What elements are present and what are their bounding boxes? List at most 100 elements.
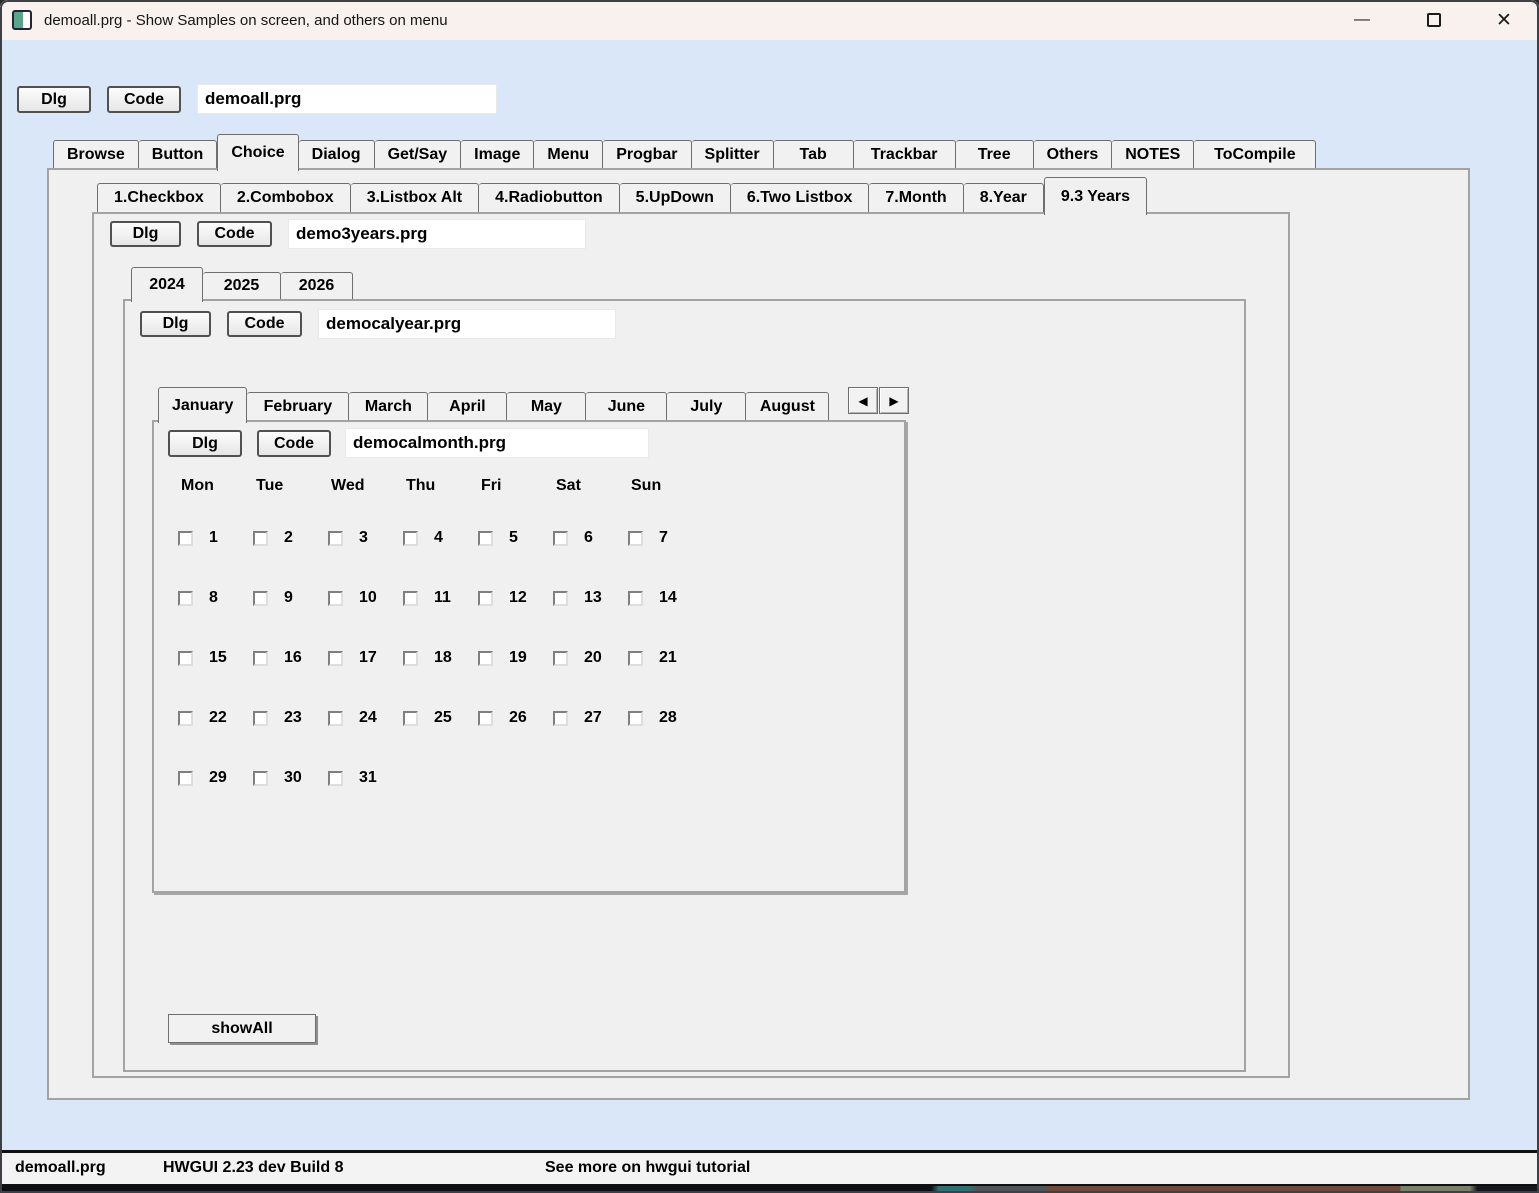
code-button-main[interactable]: Code — [107, 86, 181, 113]
tab-6-two-listbox[interactable]: 6.Two Listbox — [730, 183, 870, 212]
tab-2026[interactable]: 2026 — [281, 272, 353, 299]
day-checkbox-18[interactable]: 18 — [403, 628, 478, 688]
day-checkbox-11[interactable]: 11 — [403, 568, 478, 628]
day-checkbox-6[interactable]: 6 — [553, 508, 628, 568]
day-checkbox-25[interactable]: 25 — [403, 688, 478, 748]
file-input-main[interactable] — [197, 84, 497, 114]
tab-8-year[interactable]: 8.Year — [963, 183, 1044, 212]
checkbox-icon[interactable] — [553, 530, 568, 546]
checkbox-icon[interactable] — [403, 530, 418, 546]
tab-menu[interactable]: Menu — [534, 140, 604, 168]
checkbox-icon[interactable] — [478, 590, 493, 606]
day-checkbox-29[interactable]: 29 — [178, 748, 253, 808]
day-checkbox-30[interactable]: 30 — [253, 748, 328, 808]
checkbox-icon[interactable] — [178, 770, 193, 786]
day-checkbox-21[interactable]: 21 — [628, 628, 703, 688]
minimize-button[interactable]: — — [1346, 0, 1378, 40]
checkbox-icon[interactable] — [403, 650, 418, 666]
tab-3-listbox-alt[interactable]: 3.Listbox Alt — [350, 183, 480, 212]
checkbox-icon[interactable] — [178, 650, 193, 666]
day-checkbox-9[interactable]: 9 — [253, 568, 328, 628]
tab-choice[interactable]: Choice — [217, 134, 299, 171]
tab-splitter[interactable]: Splitter — [691, 140, 774, 168]
checkbox-icon[interactable] — [328, 590, 343, 606]
day-checkbox-16[interactable]: 16 — [253, 628, 328, 688]
checkbox-icon[interactable] — [178, 530, 193, 546]
day-checkbox-10[interactable]: 10 — [328, 568, 403, 628]
day-checkbox-27[interactable]: 27 — [553, 688, 628, 748]
day-checkbox-13[interactable]: 13 — [553, 568, 628, 628]
day-checkbox-26[interactable]: 26 — [478, 688, 553, 748]
checkbox-icon[interactable] — [253, 710, 268, 726]
checkbox-icon[interactable] — [553, 590, 568, 606]
day-checkbox-8[interactable]: 8 — [178, 568, 253, 628]
day-checkbox-23[interactable]: 23 — [253, 688, 328, 748]
checkbox-icon[interactable] — [178, 590, 193, 606]
checkbox-icon[interactable] — [628, 710, 643, 726]
tab-july[interactable]: July — [667, 392, 747, 420]
file-input-3years[interactable] — [288, 219, 586, 249]
day-checkbox-22[interactable]: 22 — [178, 688, 253, 748]
day-checkbox-28[interactable]: 28 — [628, 688, 703, 748]
tab-image[interactable]: Image — [461, 140, 535, 168]
tab-march[interactable]: March — [349, 392, 429, 420]
tab-7-month[interactable]: 7.Month — [869, 183, 964, 212]
checkbox-icon[interactable] — [478, 650, 493, 666]
checkbox-icon[interactable] — [553, 650, 568, 666]
file-input-month[interactable] — [345, 428, 649, 458]
checkbox-icon[interactable] — [253, 650, 268, 666]
tab-5-updown[interactable]: 5.UpDown — [619, 183, 731, 212]
tab-may[interactable]: May — [507, 392, 587, 420]
checkbox-icon[interactable] — [628, 590, 643, 606]
day-checkbox-19[interactable]: 19 — [478, 628, 553, 688]
tab-2025[interactable]: 2025 — [203, 272, 281, 299]
checkbox-icon[interactable] — [178, 710, 193, 726]
tab-january[interactable]: January — [158, 387, 248, 423]
tab-notes[interactable]: NOTES — [1112, 140, 1195, 168]
checkbox-icon[interactable] — [328, 650, 343, 666]
tab-april[interactable]: April — [428, 392, 508, 420]
day-checkbox-31[interactable]: 31 — [328, 748, 403, 808]
day-checkbox-4[interactable]: 4 — [403, 508, 478, 568]
day-checkbox-24[interactable]: 24 — [328, 688, 403, 748]
day-checkbox-14[interactable]: 14 — [628, 568, 703, 628]
checkbox-icon[interactable] — [403, 710, 418, 726]
checkbox-icon[interactable] — [478, 530, 493, 546]
tab-tree[interactable]: Tree — [955, 140, 1034, 168]
checkbox-icon[interactable] — [628, 530, 643, 546]
checkbox-icon[interactable] — [403, 590, 418, 606]
tab-others[interactable]: Others — [1033, 140, 1113, 168]
tab-2024[interactable]: 2024 — [131, 267, 203, 302]
tab-scroll-right-button[interactable]: ▶ — [879, 387, 909, 414]
day-checkbox-3[interactable]: 3 — [328, 508, 403, 568]
dlg-button-month[interactable]: Dlg — [168, 430, 242, 457]
tab-get-say[interactable]: Get/Say — [374, 140, 462, 168]
tab-progbar[interactable]: Progbar — [603, 140, 692, 168]
tab-june[interactable]: June — [586, 392, 668, 420]
tab-1-checkbox[interactable]: 1.Checkbox — [97, 183, 221, 212]
day-checkbox-20[interactable]: 20 — [553, 628, 628, 688]
file-input-year[interactable] — [318, 309, 616, 339]
checkbox-icon[interactable] — [328, 530, 343, 546]
day-checkbox-7[interactable]: 7 — [628, 508, 703, 568]
tab-trackbar[interactable]: Trackbar — [853, 140, 956, 168]
dlg-button-3years[interactable]: Dlg — [110, 221, 181, 247]
checkbox-icon[interactable] — [328, 710, 343, 726]
tab-browse[interactable]: Browse — [53, 140, 139, 168]
day-checkbox-2[interactable]: 2 — [253, 508, 328, 568]
tab-dialog[interactable]: Dialog — [298, 140, 375, 168]
day-checkbox-17[interactable]: 17 — [328, 628, 403, 688]
show-all-button[interactable]: showAll — [168, 1014, 316, 1043]
tab-tab[interactable]: Tab — [773, 140, 854, 168]
day-checkbox-12[interactable]: 12 — [478, 568, 553, 628]
tab-2-combobox[interactable]: 2.Combobox — [220, 183, 351, 212]
tab-tocompile[interactable]: ToCompile — [1194, 140, 1317, 168]
maximize-button[interactable] — [1418, 0, 1450, 40]
checkbox-icon[interactable] — [253, 770, 268, 786]
checkbox-icon[interactable] — [253, 530, 268, 546]
checkbox-icon[interactable] — [553, 710, 568, 726]
dlg-button-main[interactable]: Dlg — [17, 86, 91, 113]
tab-4-radiobutton[interactable]: 4.Radiobutton — [479, 183, 620, 212]
close-button[interactable]: ✕ — [1488, 0, 1520, 40]
checkbox-icon[interactable] — [328, 770, 343, 786]
